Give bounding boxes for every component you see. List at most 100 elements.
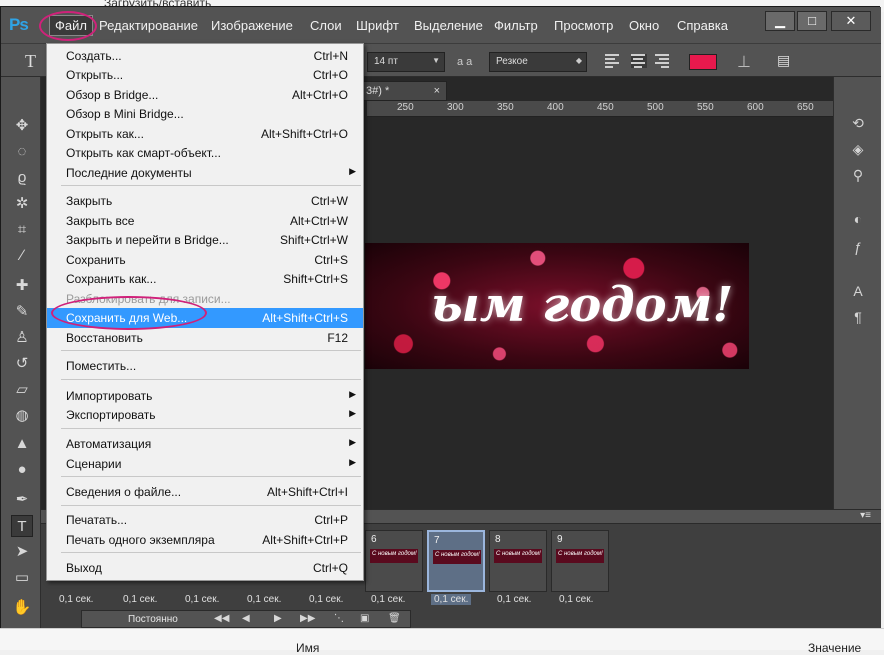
menu-item-exit[interactable]: Выход Ctrl+Q: [47, 558, 363, 578]
frame-delay[interactable]: 0,1 сек.: [123, 594, 157, 605]
menu-item-place[interactable]: Поместить...: [47, 356, 363, 376]
frame-delay[interactable]: 0,1 сек.: [309, 594, 343, 605]
menu-filter[interactable]: Фильтр: [494, 18, 538, 33]
crop-tool-icon[interactable]: ⌗: [11, 219, 33, 241]
menu-item-export[interactable]: Экспортировать ▶: [47, 405, 363, 425]
history-panel-icon[interactable]: ⟲: [848, 113, 868, 133]
menu-item-print-one-copy[interactable]: Печать одного экземпляра Alt+Shift+Ctrl+P: [47, 530, 363, 550]
menu-item-recent[interactable]: Последние документы ▶: [47, 163, 363, 183]
text-color-swatch[interactable]: [689, 54, 717, 70]
align-right-icon[interactable]: [655, 54, 671, 68]
paragraph-panel-icon[interactable]: ¶: [848, 307, 868, 327]
menu-window[interactable]: Окно: [629, 18, 659, 33]
healing-brush-icon[interactable]: ✚: [11, 275, 33, 297]
timeline-frame[interactable]: 9 С новым годом!: [551, 530, 609, 592]
menu-item-import[interactable]: Импортировать ▶: [47, 386, 363, 406]
menu-item-browse-mini-bridge[interactable]: Обзор в Mini Bridge...: [47, 104, 363, 124]
frame-delay[interactable]: 0,1 сек.: [185, 594, 219, 605]
paint-bucket-icon[interactable]: ◍: [11, 405, 33, 427]
minimize-button[interactable]: ▁: [765, 11, 795, 31]
pen-tool-icon[interactable]: ✒: [11, 489, 33, 511]
styles-panel-icon[interactable]: ƒ: [848, 237, 868, 257]
next-frame-icon[interactable]: ▶▶: [300, 613, 315, 624]
menu-item-open-smart-object[interactable]: Открыть как смарт-объект...: [47, 143, 363, 163]
align-left-icon[interactable]: [605, 54, 621, 68]
menu-item-open[interactable]: Открыть... Ctrl+O: [47, 65, 363, 85]
eyedropper-icon[interactable]: ∕: [11, 245, 33, 267]
font-size-field[interactable]: 14 пт ▼: [367, 52, 445, 72]
first-frame-icon[interactable]: ◀◀: [214, 613, 229, 624]
document-tab[interactable]: 3#) * ×: [359, 81, 447, 101]
move-tool-icon[interactable]: ✥: [11, 115, 33, 137]
align-center-icon[interactable]: [631, 54, 647, 68]
menu-edit[interactable]: Редактирование: [99, 18, 198, 33]
channels-panel-icon[interactable]: ⚲: [848, 165, 868, 185]
menu-item-browse-bridge[interactable]: Обзор в Bridge... Alt+Ctrl+O: [47, 85, 363, 105]
menu-item-open-as[interactable]: Открыть как... Alt+Shift+Ctrl+O: [47, 124, 363, 144]
menu-help[interactable]: Справка: [677, 18, 728, 33]
play-icon[interactable]: ▶: [274, 613, 282, 624]
menu-item-close-go-bridge[interactable]: Закрыть и перейти в Bridge... Shift+Ctrl+…: [47, 230, 363, 250]
eraser-icon[interactable]: ▱: [11, 379, 33, 401]
timeline-frame-selected[interactable]: 7 С новым годом!: [427, 530, 485, 592]
duplicate-frame-icon[interactable]: ▣: [360, 613, 369, 624]
character-panel-icon[interactable]: ▤: [777, 52, 790, 69]
ruler-tick: 550: [697, 102, 714, 113]
type-tool-icon[interactable]: T: [11, 515, 33, 537]
close-icon[interactable]: ×: [434, 85, 440, 97]
menu-item-new[interactable]: Создать... Ctrl+N: [47, 46, 363, 66]
loop-select[interactable]: Постоянно: [128, 614, 178, 625]
tween-icon[interactable]: ⋱: [334, 613, 344, 624]
menu-select[interactable]: Выделение: [414, 18, 483, 33]
frame-delay[interactable]: 0,1 сек.: [559, 594, 593, 605]
type-tool-icon[interactable]: T: [25, 51, 36, 72]
menu-item-save-for-web[interactable]: Сохранить для Web... Alt+Shift+Ctrl+S: [47, 308, 363, 328]
frame-delay[interactable]: 0,1 сек.: [247, 594, 281, 605]
menu-item-close-all[interactable]: Закрыть все Alt+Ctrl+W: [47, 211, 363, 231]
menu-type[interactable]: Шрифт: [356, 18, 399, 33]
document-image[interactable]: ым годом!: [365, 243, 749, 369]
path-selection-icon[interactable]: ➤: [11, 541, 33, 563]
brush-tool-icon[interactable]: ✎: [11, 301, 33, 323]
menu-item-print[interactable]: Печатать... Ctrl+P: [47, 510, 363, 530]
history-brush-icon[interactable]: ↺: [11, 353, 33, 375]
stamp-tool-icon[interactable]: ♙: [11, 327, 33, 349]
submenu-arrow-icon: ▶: [349, 166, 356, 176]
frame-thumbnail: С новым годом!: [370, 549, 418, 563]
frame-delay[interactable]: 0,1 сек.: [59, 594, 93, 605]
prev-frame-icon[interactable]: ◀: [242, 613, 250, 624]
timeline-frame[interactable]: 6 С новым годом!: [365, 530, 423, 592]
magic-wand-icon[interactable]: ✲: [11, 193, 33, 215]
warp-text-icon[interactable]: ⊥: [737, 52, 751, 72]
menu-item-save-as[interactable]: Сохранить как... Shift+Ctrl+S: [47, 269, 363, 289]
close-button[interactable]: ✕: [831, 11, 871, 31]
menu-view[interactable]: Просмотр: [554, 18, 613, 33]
maximize-button[interactable]: □: [797, 11, 827, 31]
blur-tool-icon[interactable]: ▲: [11, 433, 33, 455]
shape-tool-icon[interactable]: ▭: [11, 567, 33, 589]
frame-delay[interactable]: 0,1 сек.: [497, 594, 531, 605]
frame-delay[interactable]: 0,1 сек.: [431, 594, 472, 605]
antialias-select[interactable]: Резкое ◆: [489, 52, 587, 72]
menu-item-file-info[interactable]: Сведения о файле... Alt+Shift+Ctrl+I: [47, 482, 363, 502]
layers-panel-icon[interactable]: ◈: [848, 139, 868, 159]
character-panel-icon[interactable]: A: [848, 281, 868, 301]
marquee-tool-icon[interactable]: ◌: [11, 141, 33, 163]
timeline-frame[interactable]: 8 С новым годом!: [489, 530, 547, 592]
panel-menu-icon[interactable]: ▾≡: [860, 510, 871, 521]
adjustments-panel-icon[interactable]: ◐: [848, 209, 868, 229]
menu-item-scripts[interactable]: Сценарии ▶: [47, 454, 363, 474]
dodge-tool-icon[interactable]: ●: [11, 459, 33, 481]
frame-delay[interactable]: 0,1 сек.: [371, 594, 405, 605]
menu-item-close[interactable]: Закрыть Ctrl+W: [47, 191, 363, 211]
menu-layers[interactable]: Слои: [310, 18, 342, 33]
menu-item-revert[interactable]: Восстановить F12: [47, 328, 363, 348]
lasso-tool-icon[interactable]: ϱ: [11, 167, 33, 189]
ruler-tick: 350: [497, 102, 514, 113]
menu-image[interactable]: Изображение: [211, 18, 293, 33]
menu-file[interactable]: Файл: [49, 15, 93, 36]
menu-item-automate[interactable]: Автоматизация ▶: [47, 434, 363, 454]
delete-frame-icon[interactable]: 🗑: [388, 613, 401, 624]
menu-item-save[interactable]: Сохранить Ctrl+S: [47, 250, 363, 270]
hand-tool-icon[interactable]: ✋: [11, 597, 33, 619]
